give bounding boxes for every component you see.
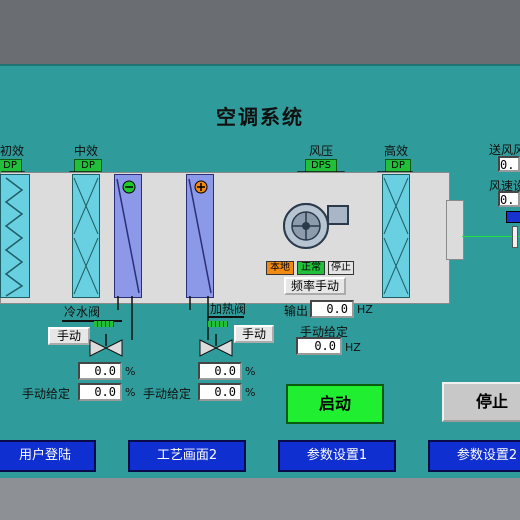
nav-process-screen-2[interactable]: 工艺画面2 (128, 440, 246, 472)
cold-valve-manual-set-unit: % (125, 386, 136, 399)
window-titlebar (0, 0, 520, 64)
heat-valve-manual-set-field[interactable]: 0.0 (198, 383, 242, 401)
duct-outlet (446, 200, 464, 260)
heat-valve-line (208, 316, 244, 318)
primary-filter-icon (0, 174, 30, 298)
speed-indicator (506, 211, 520, 223)
heat-valve-manual-set-label: 手动给定 (143, 387, 192, 401)
nav-param-settings-1[interactable]: 参数设置1 (278, 440, 396, 472)
nav-user-login[interactable]: 用户登陆 (0, 440, 96, 472)
cold-valve-actuator (94, 321, 114, 327)
heat-valve-output-unit: % (245, 365, 256, 378)
hepa-filter-icon (382, 174, 410, 298)
nav-param-settings-2[interactable]: 参数设置2 (428, 440, 520, 472)
heat-valve-manual-set-unit: % (245, 386, 256, 399)
cold-valve-manual-button[interactable]: 手动 (48, 327, 90, 345)
cold-valve-output-field[interactable]: 0.0 (78, 362, 122, 380)
air-speed-field[interactable]: 0. (498, 191, 520, 207)
cold-valve-manual-set-field[interactable]: 0.0 (78, 383, 122, 401)
heat-valve-icon (199, 334, 233, 357)
fan-pressure-label: 风压 (309, 144, 334, 158)
cold-valve-label: 冷水阀 (64, 305, 101, 319)
freq-manual-button[interactable]: 频率手动 (284, 277, 346, 295)
cold-valve-icon (89, 334, 123, 357)
heat-valve-actuator (208, 321, 228, 327)
stop-button[interactable]: 停止 (442, 382, 520, 422)
fan-output-label: 输出 (284, 304, 309, 318)
fan-local-indicator: 本地 (266, 261, 294, 275)
heat-valve-manual-button[interactable]: 手动 (234, 325, 274, 343)
start-button[interactable]: 启动 (286, 384, 384, 424)
supply-air-field[interactable]: 0. (498, 156, 520, 172)
hepa-filter-label: 高效 (384, 144, 409, 158)
cold-valve-manual-set-label: 手动给定 (22, 387, 71, 401)
bottom-bar (0, 478, 520, 520)
fan-manual-set-unit: HZ (345, 341, 361, 354)
cold-valve-output-unit: % (125, 365, 136, 378)
heat-valve-label: 加热阀 (210, 302, 247, 316)
fan-output-unit: HZ (357, 303, 373, 316)
primary-filter-label: 初效 (0, 144, 25, 158)
medium-filter-icon (72, 174, 100, 298)
medium-filter-label: 中效 (74, 144, 99, 158)
fan-output-field[interactable]: 0.0 (310, 300, 354, 318)
cooling-minus-icon (122, 180, 136, 194)
heating-plus-icon (194, 180, 208, 194)
page-title: 空调系统 (216, 105, 304, 129)
heat-valve-output-field[interactable]: 0.0 (198, 362, 242, 380)
fan-icon (283, 203, 349, 249)
damper-indicator (512, 226, 518, 248)
fan-normal-indicator: 正常 (297, 261, 325, 275)
fan-manual-set-field[interactable]: 0.0 (296, 337, 342, 355)
fan-stop-indicator: 停止 (328, 261, 354, 275)
